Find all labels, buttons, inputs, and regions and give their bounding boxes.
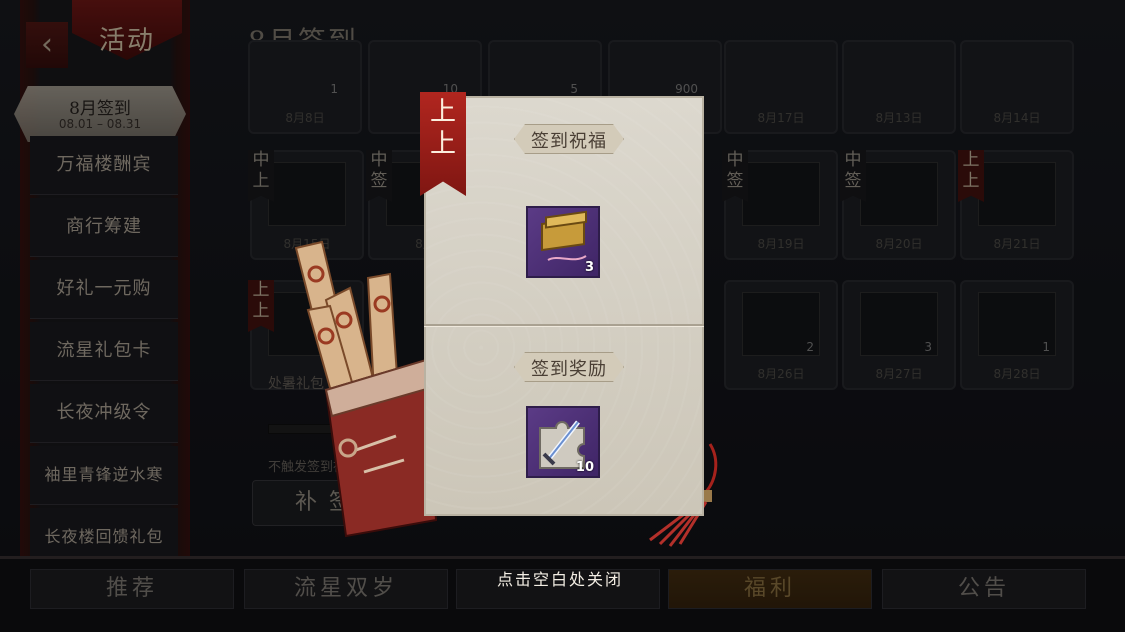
tab-recommend[interactable]: 推荐: [30, 569, 234, 609]
item-count: 3: [584, 260, 594, 275]
day-date: 8月8日: [285, 111, 325, 125]
reward-quantity: 1: [1042, 340, 1050, 354]
signin-day-card[interactable]: 8月17日: [724, 40, 838, 134]
signin-day-card[interactable]: 2 8月26日: [724, 280, 838, 390]
day-date: 8月14日: [993, 111, 1041, 125]
sidebar-item-sleeve-blade[interactable]: 袖里青锋逆水寒: [30, 446, 178, 505]
reward-quantity: 2: [806, 340, 814, 354]
fortune-flag: 中上: [248, 150, 274, 202]
fortune-reward-modal: 签到祝福 3 签到奖励 10 上上: [420, 92, 704, 516]
sidebar-item-date-range: 08.01 – 08.31: [58, 117, 142, 131]
item-count: 10: [575, 460, 594, 475]
signin-day-card[interactable]: 中签 8月19日: [722, 150, 838, 260]
back-arrow-icon[interactable]: ‹: [26, 22, 68, 68]
fortune-flag: 中签: [840, 150, 866, 202]
fortune-flag: 中签: [366, 150, 392, 202]
category-label: 活动: [98, 26, 155, 56]
sidebar-item-level-order[interactable]: 长夜冲级令: [30, 384, 178, 443]
reward-quantity: 5: [570, 82, 578, 96]
sidebar-item-august-signin[interactable]: 8月签到 08.01 – 08.31: [14, 86, 186, 142]
signin-day-card[interactable]: 中签 8月20日: [840, 150, 956, 260]
fortune-tag: 上上: [420, 92, 466, 196]
reward-quantity: 1: [330, 82, 338, 96]
signin-day-card[interactable]: 3 8月27日: [842, 280, 956, 390]
day-date: 8月21日: [993, 237, 1041, 251]
day-date: 8月27日: [875, 367, 923, 381]
signin-day-card[interactable]: 1 8月28日: [960, 280, 1074, 390]
signin-day-card[interactable]: 上上 8月21日: [958, 150, 1074, 260]
tab-notice[interactable]: 公告: [882, 569, 1086, 609]
reward-quantity: 900: [675, 82, 698, 96]
reward-quantity: 3: [924, 340, 932, 354]
day-date: 8月17日: [757, 111, 805, 125]
day-date: 8月26日: [757, 367, 805, 381]
day-date: 8月13日: [875, 111, 923, 125]
tab-welfare[interactable]: 福利: [668, 569, 872, 609]
sidebar-item-wanfulou[interactable]: 万福楼酬宾: [30, 136, 178, 195]
game-screen[interactable]: ‹ 活动 8月签到 08.01 – 08.31 万福楼酬宾 商行筹建 好礼一元购…: [0, 0, 1125, 632]
signin-day-card[interactable]: 8月13日: [842, 40, 956, 134]
golden-chest-icon[interactable]: 3: [526, 206, 600, 278]
sidebar-item-meteor-card[interactable]: 流星礼包卡: [30, 322, 178, 381]
category-badge: 活动: [72, 0, 182, 80]
day-date: 8月28日: [993, 367, 1041, 381]
day-date: 8月19日: [757, 237, 805, 251]
signin-day-card[interactable]: 1 8月8日: [248, 40, 362, 134]
sword-puzzle-fragment-icon[interactable]: 10: [526, 406, 600, 478]
tab-meteor[interactable]: 流星双岁: [244, 569, 448, 609]
reward-header: 签到奖励: [514, 352, 624, 382]
fortune-flag: 上上: [958, 150, 984, 202]
close-hint: 点击空白处关闭: [496, 570, 623, 589]
day-date: 8月20日: [875, 237, 923, 251]
fortune-flag: 上上: [248, 280, 274, 332]
sidebar-item-title: 8月签到: [69, 99, 131, 119]
signin-day-card[interactable]: 8月14日: [960, 40, 1074, 134]
sidebar-item-shanghang[interactable]: 商行筹建: [30, 198, 178, 257]
fortune-flag: 中签: [722, 150, 748, 202]
sidebar-item-one-yuan[interactable]: 好礼一元购: [30, 260, 178, 319]
blessing-header: 签到祝福: [514, 124, 624, 154]
